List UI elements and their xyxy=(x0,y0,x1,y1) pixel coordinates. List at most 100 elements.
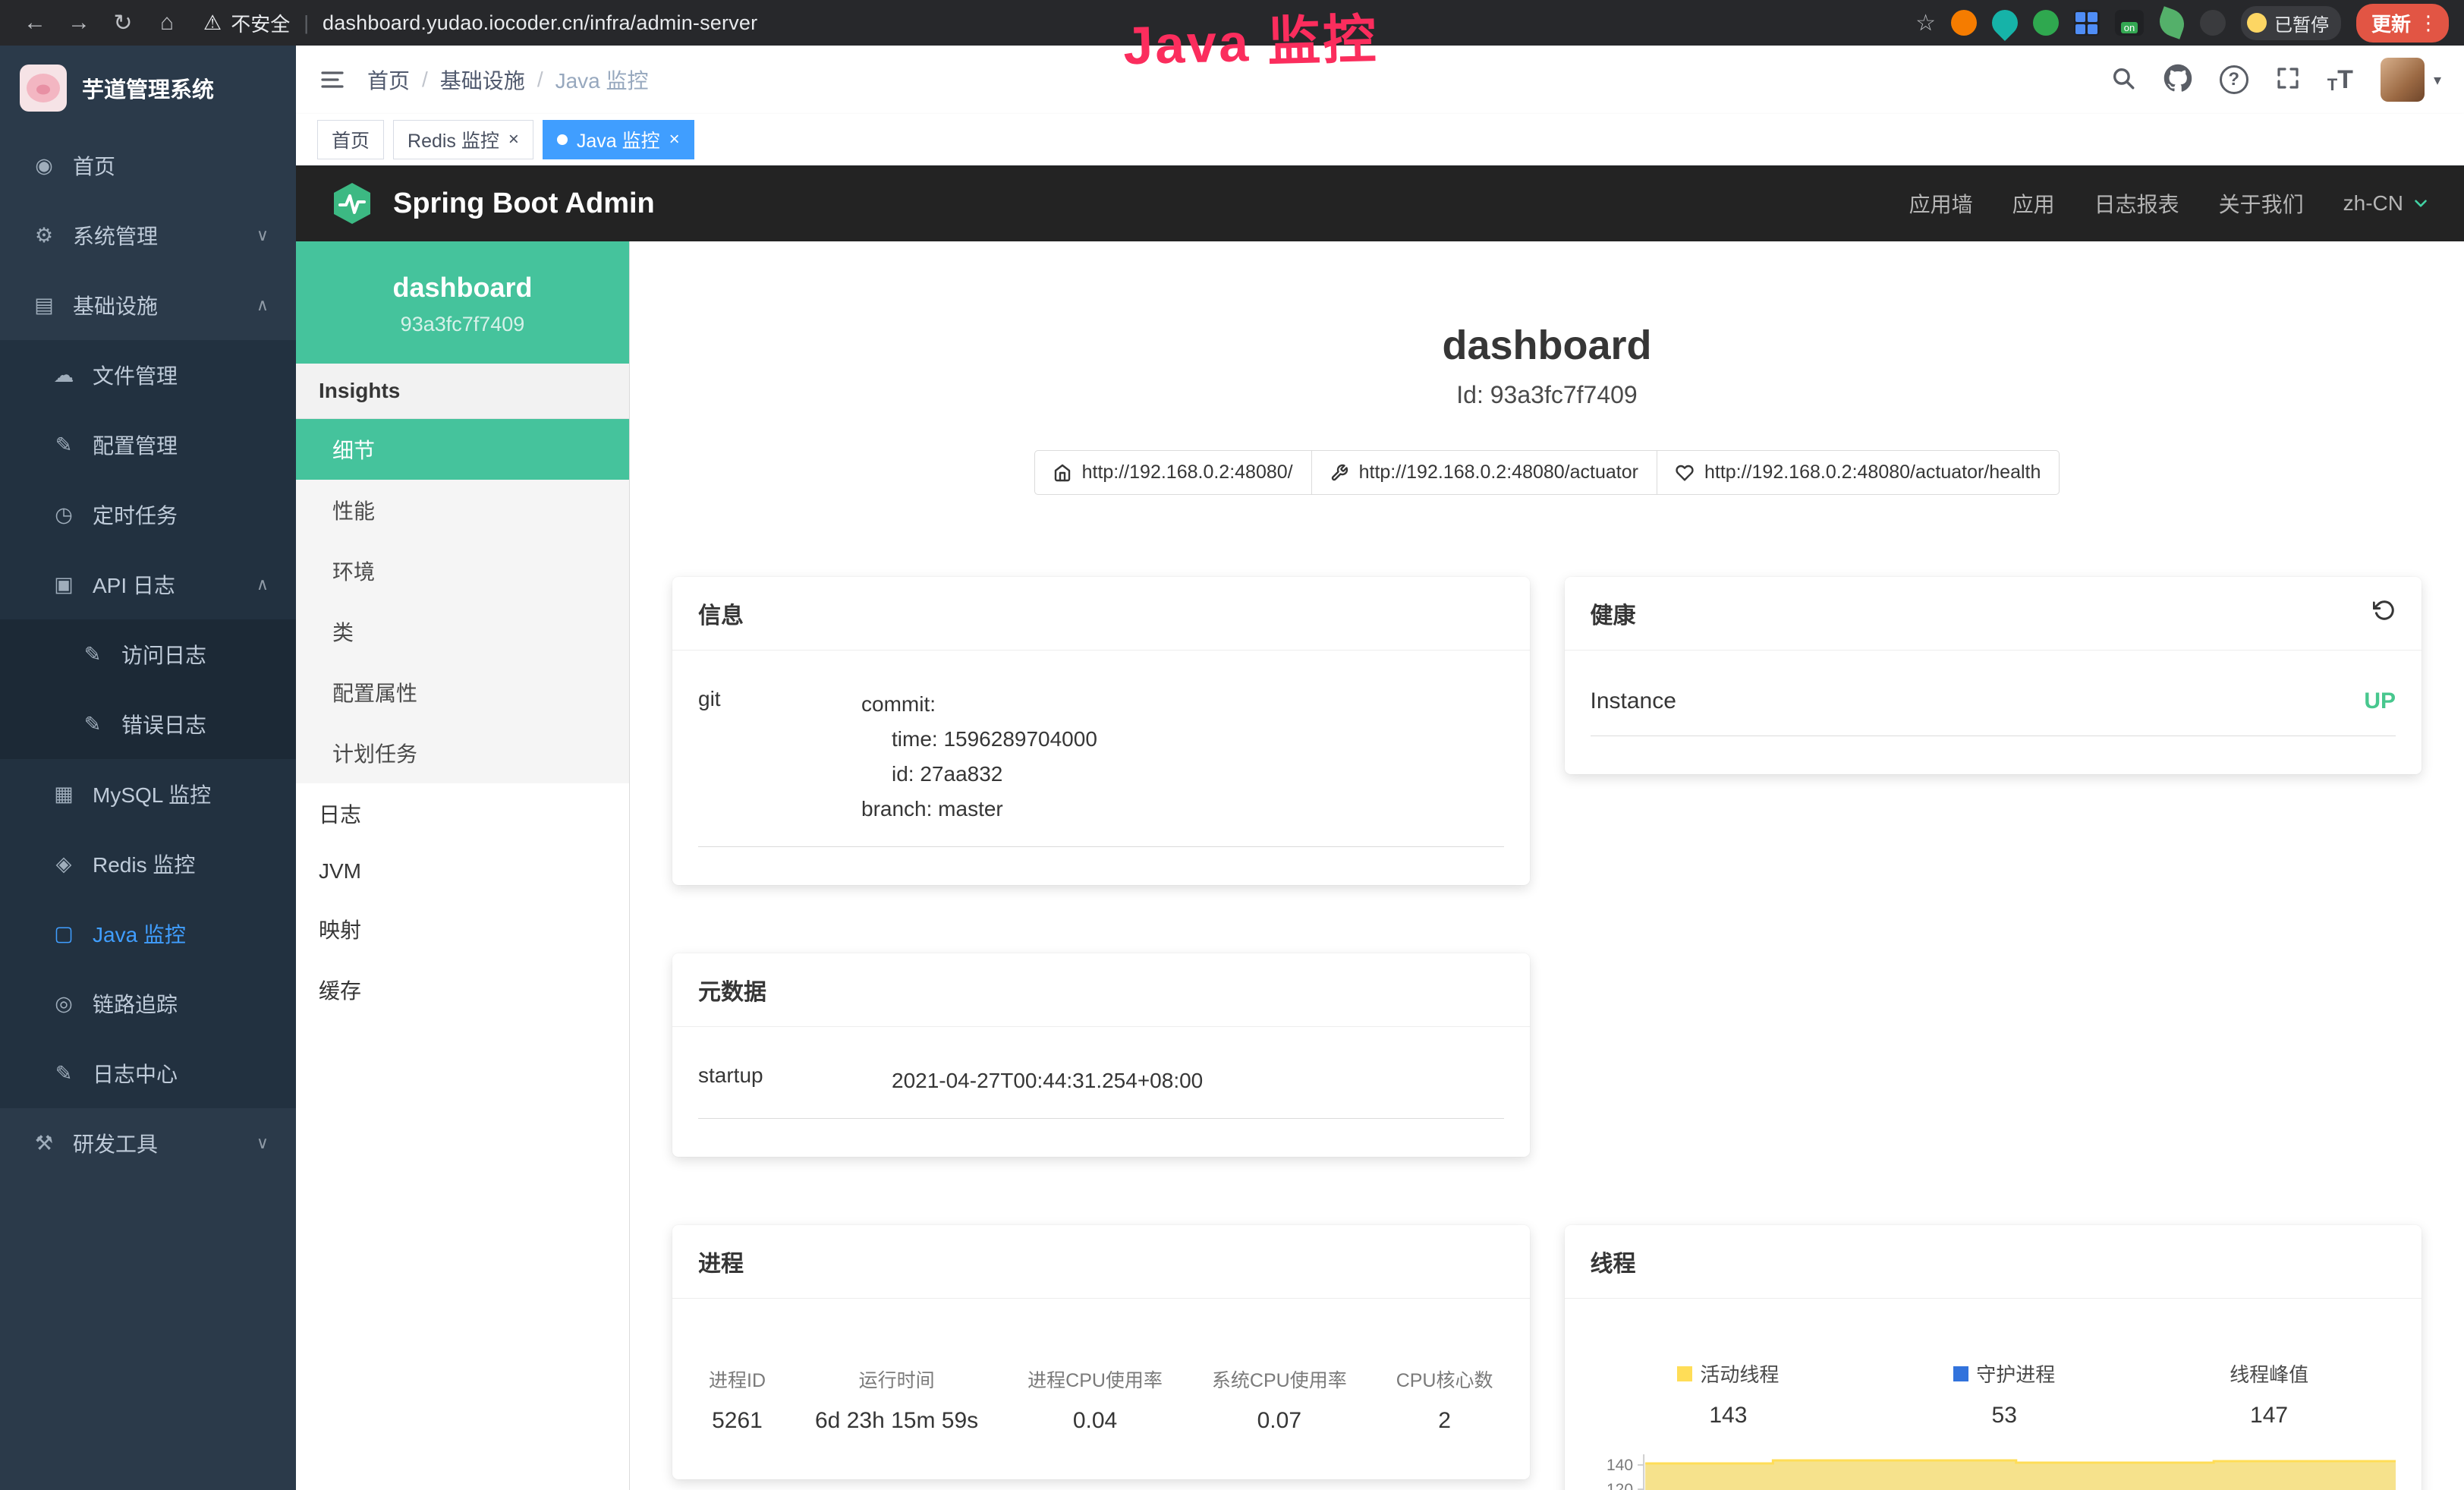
legend-swatch-blue xyxy=(1953,1366,1968,1381)
instance-name: dashboard xyxy=(304,272,622,304)
sidebar-item-java-monitor[interactable]: ▢ Java 监控 xyxy=(0,899,296,969)
sidebar-item-tracing[interactable]: ◎ 链路追踪 xyxy=(0,969,296,1038)
tab-label: Java 监控 xyxy=(577,126,660,153)
forward-icon[interactable]: → xyxy=(59,10,99,36)
sidebar-item-label: 定时任务 xyxy=(93,499,178,530)
sba-item-scheduled-tasks[interactable]: 计划任务 xyxy=(296,723,629,783)
sba-section-mappings[interactable]: 映射 xyxy=(296,899,629,959)
actuator-url: http://192.168.0.2:48080/actuator xyxy=(1359,461,1638,484)
info-card: 信息 git commit: time: 1596289704000 id: 2… xyxy=(672,577,1530,885)
sba-brand-label: Spring Boot Admin xyxy=(393,187,655,220)
history-icon[interactable] xyxy=(2373,599,2396,628)
cell-value: 5261 xyxy=(709,1408,766,1434)
card-title: 元数据 xyxy=(698,973,766,1006)
bookmark-star-icon[interactable]: ☆ xyxy=(1915,10,1936,36)
smiley-icon xyxy=(2247,13,2267,33)
back-icon[interactable]: ← xyxy=(15,10,55,36)
service-url: http://192.168.0.2:48080/ xyxy=(1082,461,1293,484)
sidebar-item-mysql-monitor[interactable]: ▦ MySQL 监控 xyxy=(0,759,296,829)
avatar xyxy=(2381,58,2425,102)
sidebar-item-system-mgmt[interactable]: ⚙ 系统管理 ∨ xyxy=(0,200,296,270)
legend-peak-threads: 线程峰值 147 xyxy=(2230,1359,2308,1429)
chevron-down-icon: ∨ xyxy=(256,1133,269,1153)
sidebar-item-access-logs[interactable]: ✎ 访问日志 xyxy=(0,619,296,689)
table-row[interactable]: Instance UP xyxy=(1591,664,2396,736)
sidebar-item-infrastructure[interactable]: ▤ 基础设施 ∧ xyxy=(0,270,296,340)
fullscreen-icon[interactable] xyxy=(2276,66,2300,94)
sidebar-item-scheduled-jobs[interactable]: ◷ 定时任务 xyxy=(0,480,296,550)
extension-icon-grid[interactable] xyxy=(2074,10,2100,36)
app-logo-row[interactable]: 芋道管理系统 xyxy=(0,46,296,131)
sidebar-item-log-center[interactable]: ✎ 日志中心 xyxy=(0,1038,296,1108)
sba-item-metrics[interactable]: 性能 xyxy=(296,480,629,540)
extension-icon-paw[interactable] xyxy=(2200,10,2226,36)
sidebar-item-error-logs[interactable]: ✎ 错误日志 xyxy=(0,689,296,759)
sba-brand[interactable]: Spring Boot Admin xyxy=(329,181,655,226)
search-icon[interactable] xyxy=(2110,65,2136,95)
screen: ← → ↻ ⌂ ⚠ 不安全 | dashboard.yudao.iocoder.… xyxy=(0,0,2464,1490)
sba-item-config-props[interactable]: 配置属性 xyxy=(296,662,629,723)
extension-icon-on-switch[interactable]: on xyxy=(2115,10,2144,36)
extension-icon-leaf[interactable] xyxy=(2155,6,2189,39)
sidebar-item-config-mgmt[interactable]: ✎ 配置管理 xyxy=(0,410,296,480)
github-icon[interactable] xyxy=(2163,64,2192,96)
sba-item-environment[interactable]: 环境 xyxy=(296,540,629,601)
svg-text:140: 140 xyxy=(1606,1457,1633,1474)
process-col-pid: 进程ID 5261 xyxy=(709,1366,766,1434)
tags-view: 首页 Redis 监控 × Java 监控 × xyxy=(296,114,2464,165)
sba-nav-journal[interactable]: 日志报表 xyxy=(2094,188,2179,219)
sba-instance-header[interactable]: dashboard 93a3fc7f7409 xyxy=(296,241,629,364)
warning-icon: ⚠ xyxy=(203,11,222,35)
user-menu[interactable]: ▾ xyxy=(2381,58,2441,102)
card-header: 信息 xyxy=(672,577,1530,650)
instance-links: http://192.168.0.2:48080/ http://192.168… xyxy=(630,450,2464,495)
sba-section-caches[interactable]: 缓存 xyxy=(296,959,629,1020)
media-paused-badge[interactable]: 已暂停 xyxy=(2241,6,2341,40)
sidebar-item-api-logs[interactable]: ▣ API 日志 ∧ xyxy=(0,550,296,619)
sidebar-item-file-mgmt[interactable]: ☁ 文件管理 xyxy=(0,340,296,410)
health-url-button[interactable]: http://192.168.0.2:48080/actuator/health xyxy=(1657,450,2060,495)
sidebar-item-label: 访问日志 xyxy=(121,639,206,669)
tab-java-monitor[interactable]: Java 监控 × xyxy=(543,120,694,159)
close-icon[interactable]: × xyxy=(508,131,519,149)
breadcrumb-infrastructure[interactable]: 基础设施 xyxy=(440,65,525,95)
sba-logo-icon xyxy=(329,181,375,226)
sidebar-item-dev-tools[interactable]: ⚒ 研发工具 ∨ xyxy=(0,1108,296,1178)
log-icon: ✎ xyxy=(50,1062,77,1085)
legend-active-threads: 活动线程 143 xyxy=(1677,1359,1779,1429)
tab-home[interactable]: 首页 xyxy=(317,120,384,159)
extension-icon-pin[interactable] xyxy=(1987,5,2023,41)
sba-locale-select[interactable]: zh-CN xyxy=(2343,191,2431,216)
sba-item-details[interactable]: 细节 xyxy=(296,419,629,480)
sba-nav-about[interactable]: 关于我们 xyxy=(2219,188,2304,219)
extension-icon-green[interactable] xyxy=(2033,10,2059,36)
sba-section-jvm[interactable]: JVM xyxy=(296,844,629,899)
help-icon[interactable]: ? xyxy=(2220,65,2248,94)
sidebar-item-redis-monitor[interactable]: ◈ Redis 监控 xyxy=(0,829,296,899)
chrome-update-button[interactable]: 更新 ⋮ xyxy=(2356,4,2449,43)
sba-item-classes[interactable]: 类 xyxy=(296,601,629,662)
sba-nav-applications[interactable]: 应用 xyxy=(2012,188,2055,219)
svg-text:120: 120 xyxy=(1606,1481,1633,1490)
reload-icon[interactable]: ↻ xyxy=(103,10,143,36)
cards-grid: 信息 git commit: time: 1596289704000 id: 2… xyxy=(630,577,2464,1490)
breadcrumb-home[interactable]: 首页 xyxy=(367,65,410,95)
address-bar[interactable]: ⚠ 不安全 | dashboard.yudao.iocoder.cn/infra… xyxy=(203,9,757,37)
health-url: http://192.168.0.2:48080/actuator/health xyxy=(1704,461,2041,484)
close-icon[interactable]: × xyxy=(669,131,680,149)
tab-redis-monitor[interactable]: Redis 监控 × xyxy=(393,120,533,159)
active-dot xyxy=(557,134,568,145)
sidebar-item-home[interactable]: ◉ 首页 xyxy=(0,131,296,200)
sba-nav-wallboard[interactable]: 应用墙 xyxy=(1909,188,1973,219)
gear-icon: ⚙ xyxy=(30,224,58,247)
sidebar-item-label: Redis 监控 xyxy=(93,849,195,879)
service-url-button[interactable]: http://192.168.0.2:48080/ xyxy=(1034,450,1312,495)
sba-section-logging[interactable]: 日志 xyxy=(296,783,629,844)
extension-icon-orange[interactable] xyxy=(1951,10,1977,36)
hamburger-icon[interactable] xyxy=(319,66,346,93)
edit-icon: ✎ xyxy=(79,643,106,666)
wrench-icon xyxy=(1330,464,1348,482)
home-browser-icon[interactable]: ⌂ xyxy=(147,10,187,36)
font-size-icon[interactable]: TT xyxy=(2327,65,2353,95)
actuator-url-button[interactable]: http://192.168.0.2:48080/actuator xyxy=(1311,450,1657,495)
